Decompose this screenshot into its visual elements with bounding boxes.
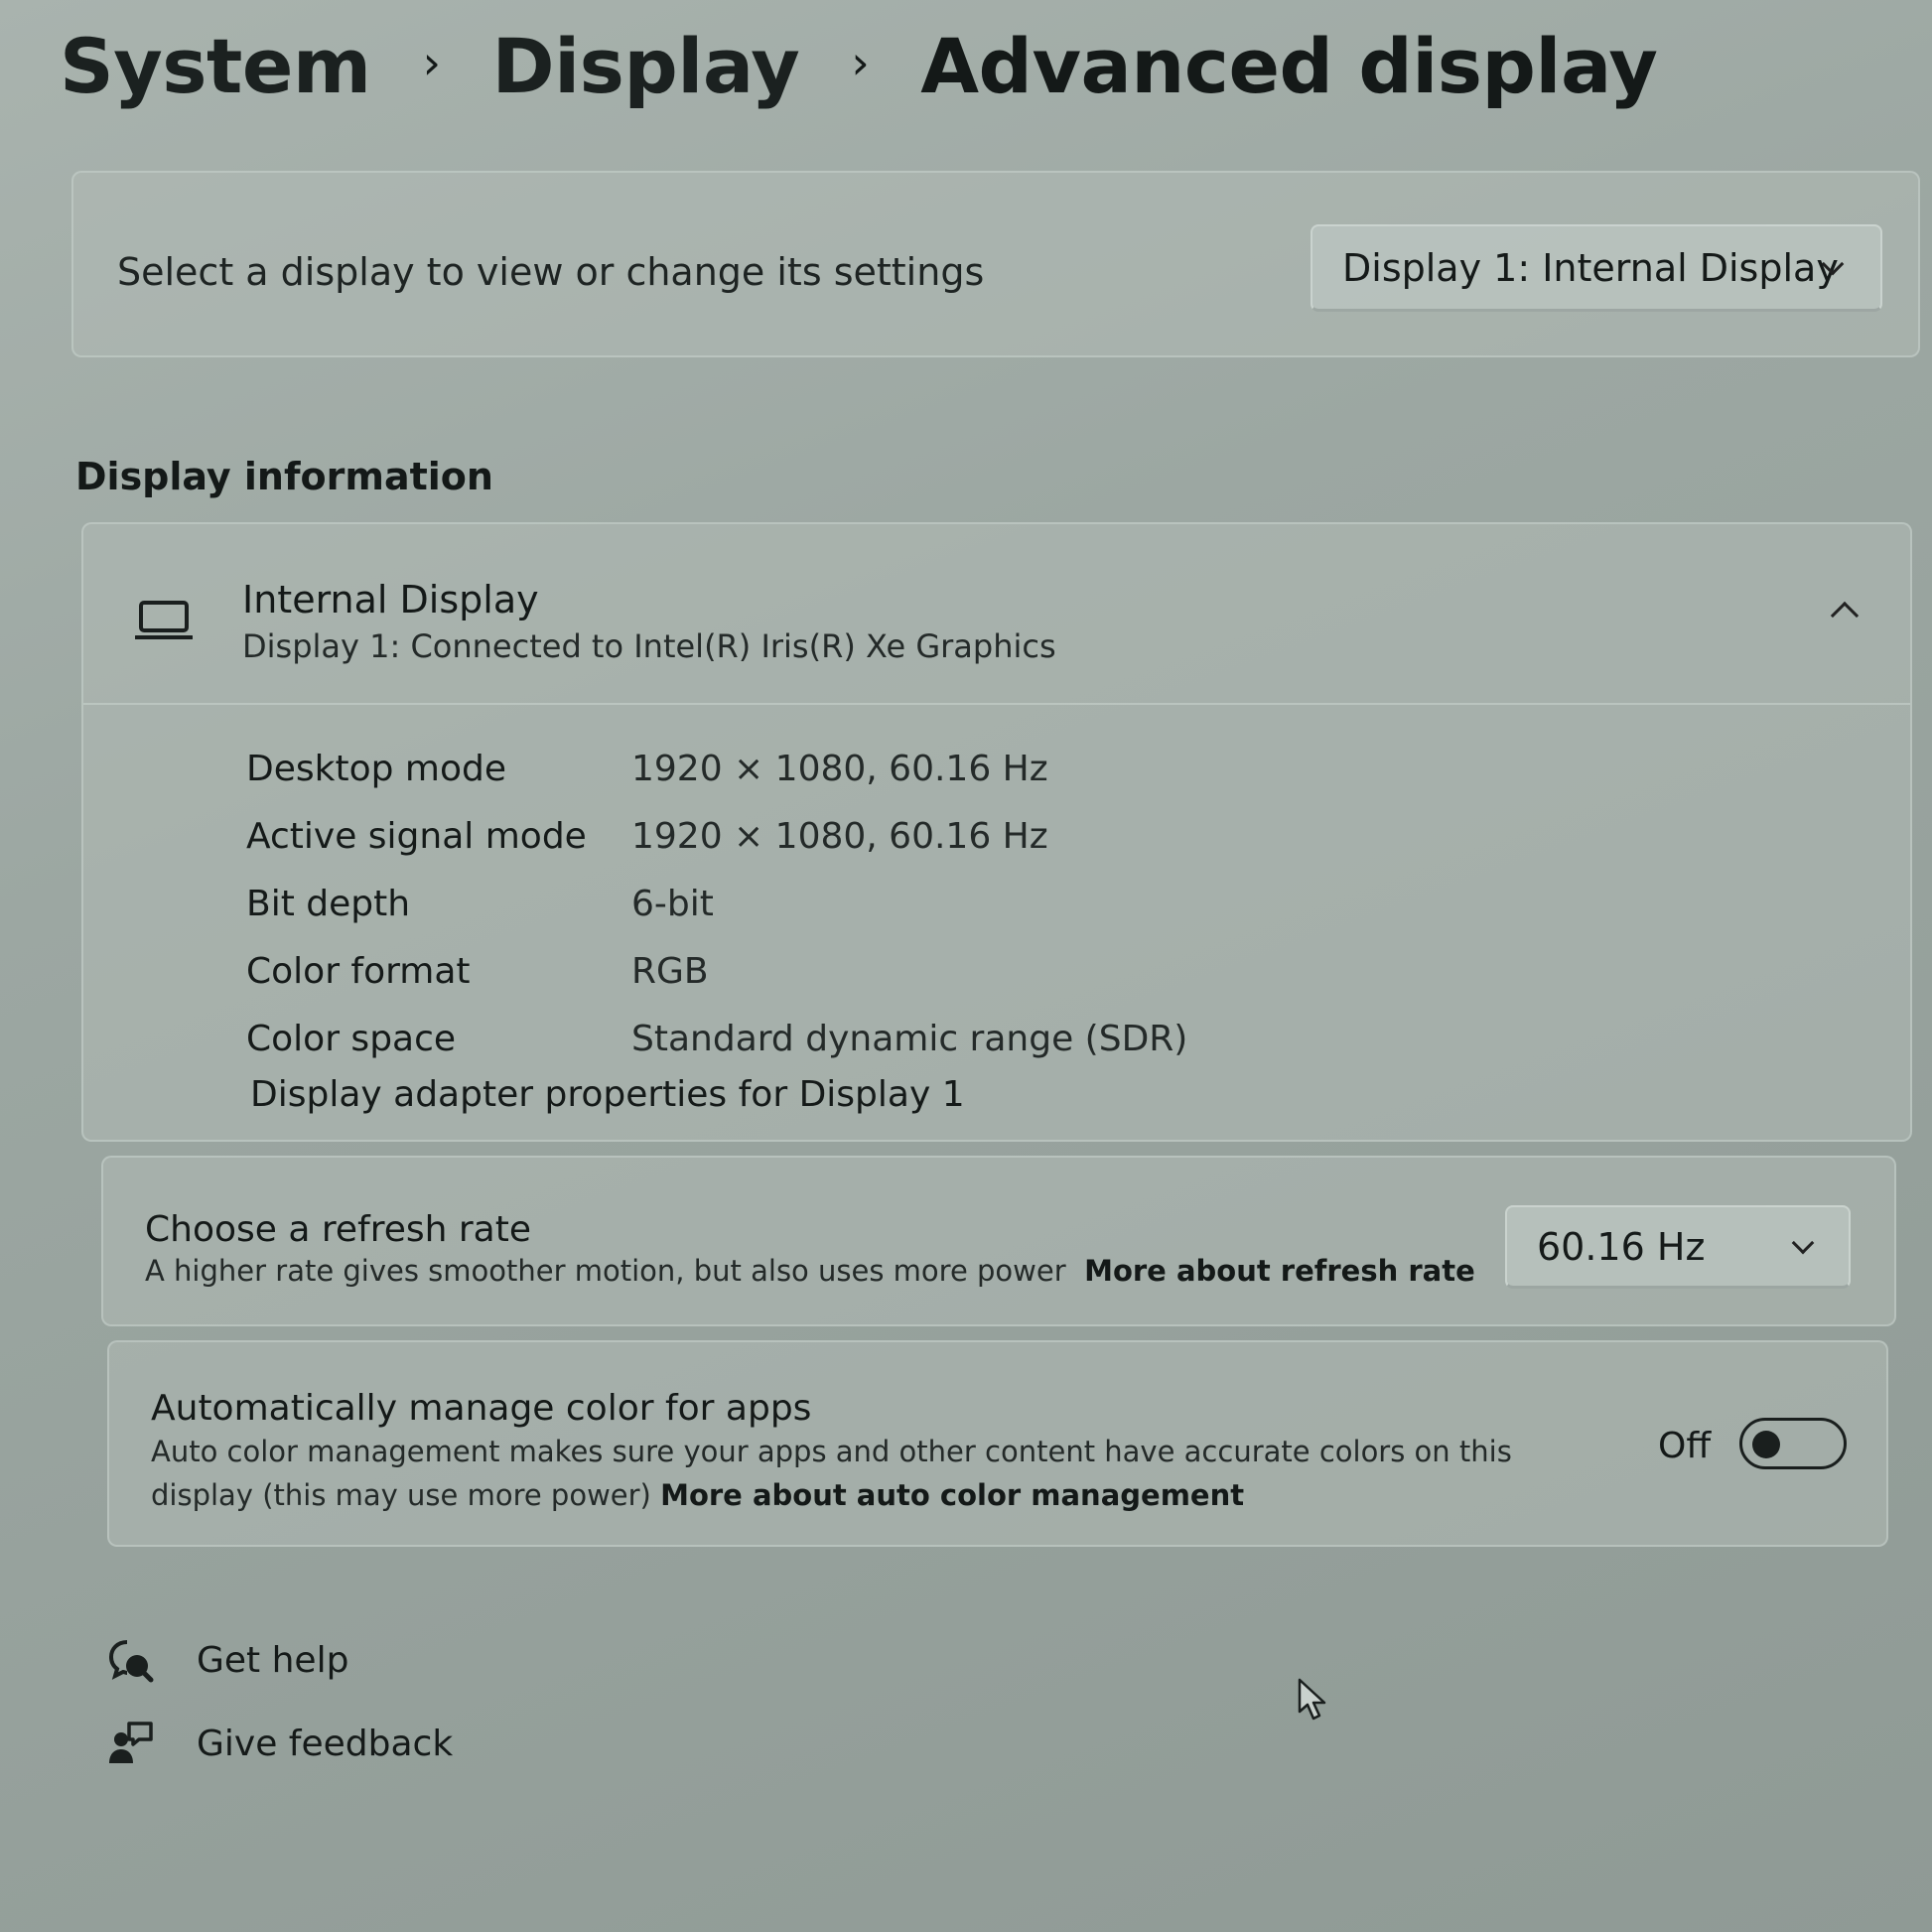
breadcrumb: System › Display › Advanced display bbox=[60, 22, 1658, 110]
info-label: Color space bbox=[246, 1018, 457, 1059]
section-title-display-information: Display information bbox=[75, 455, 493, 498]
get-help-label: Get help bbox=[197, 1639, 349, 1681]
chevron-down-icon bbox=[1791, 1231, 1815, 1255]
get-help-link[interactable]: Get help bbox=[107, 1636, 348, 1684]
info-label: Bit depth bbox=[246, 883, 411, 924]
display-select-value: Display 1: Internal Display bbox=[1342, 245, 1839, 290]
give-feedback-link[interactable]: Give feedback bbox=[107, 1720, 453, 1767]
auto-color-more-link[interactable]: More about auto color management bbox=[660, 1478, 1244, 1512]
refresh-rate-value: 60.16 Hz bbox=[1537, 1224, 1706, 1269]
laptop-icon bbox=[135, 601, 193, 639]
info-value: 6-bit bbox=[631, 883, 714, 924]
info-value: 1920 × 1080, 60.16 Hz bbox=[631, 815, 1048, 857]
info-label: Desktop mode bbox=[246, 748, 507, 789]
info-row-desktop-mode: Desktop mode 1920 × 1080, 60.16 Hz bbox=[246, 735, 1187, 802]
breadcrumb-separator: › bbox=[851, 35, 870, 89]
auto-color-description-block: Auto color management makes sure your ap… bbox=[151, 1430, 1561, 1517]
refresh-rate-description: A higher rate gives smoother motion, but… bbox=[145, 1254, 1066, 1288]
refresh-rate-card: Choose a refresh rate A higher rate give… bbox=[101, 1156, 1896, 1326]
display-select-dropdown[interactable]: Display 1: Internal Display bbox=[1311, 224, 1882, 312]
breadcrumb-separator: › bbox=[422, 35, 441, 89]
chevron-up-icon[interactable] bbox=[1830, 601, 1860, 630]
display-info-header[interactable]: Internal Display Display 1: Connected to… bbox=[83, 524, 1910, 705]
info-value: RGB bbox=[631, 950, 709, 992]
auto-color-title: Automatically manage color for apps bbox=[151, 1388, 812, 1429]
page-title: Advanced display bbox=[920, 22, 1658, 110]
display-connection: Display 1: Connected to Intel(R) Iris(R)… bbox=[242, 627, 1056, 665]
info-row-bit-depth: Bit depth 6-bit bbox=[246, 870, 1187, 937]
refresh-rate-dropdown[interactable]: 60.16 Hz bbox=[1505, 1205, 1851, 1289]
feedback-icon bbox=[109, 1722, 153, 1763]
breadcrumb-system[interactable]: System bbox=[60, 22, 371, 110]
refresh-rate-title: Choose a refresh rate bbox=[145, 1209, 531, 1250]
refresh-rate-description-block: A higher rate gives smoother motion, but… bbox=[145, 1249, 1475, 1293]
auto-color-toggle[interactable] bbox=[1739, 1418, 1847, 1469]
refresh-rate-more-link[interactable]: More about refresh rate bbox=[1084, 1254, 1475, 1288]
display-select-label: Select a display to view or change its s… bbox=[117, 250, 985, 294]
info-label: Color format bbox=[246, 950, 471, 992]
display-name: Internal Display bbox=[242, 578, 539, 621]
info-row-color-format: Color format RGB bbox=[246, 937, 1187, 1005]
info-value: 1920 × 1080, 60.16 Hz bbox=[631, 748, 1048, 789]
info-row-active-signal-mode: Active signal mode 1920 × 1080, 60.16 Hz bbox=[246, 802, 1187, 870]
auto-color-card: Automatically manage color for apps Auto… bbox=[107, 1340, 1888, 1547]
display-info-rows: Desktop mode 1920 × 1080, 60.16 Hz Activ… bbox=[246, 735, 1187, 1072]
display-select-card: Select a display to view or change its s… bbox=[71, 171, 1920, 357]
info-label: Active signal mode bbox=[246, 815, 587, 857]
help-icon bbox=[108, 1640, 154, 1683]
toggle-knob bbox=[1752, 1431, 1780, 1458]
breadcrumb-display[interactable]: Display bbox=[492, 22, 800, 110]
display-info-card: Internal Display Display 1: Connected to… bbox=[81, 522, 1912, 1142]
auto-color-state-label: Off bbox=[1658, 1426, 1712, 1466]
give-feedback-label: Give feedback bbox=[197, 1723, 454, 1764]
info-value: Standard dynamic range (SDR) bbox=[631, 1018, 1188, 1059]
display-adapter-properties-link[interactable]: Display adapter properties for Display 1 bbox=[250, 1074, 965, 1115]
info-row-color-space: Color space Standard dynamic range (SDR) bbox=[246, 1005, 1187, 1072]
mouse-pointer-icon bbox=[1298, 1678, 1326, 1721]
